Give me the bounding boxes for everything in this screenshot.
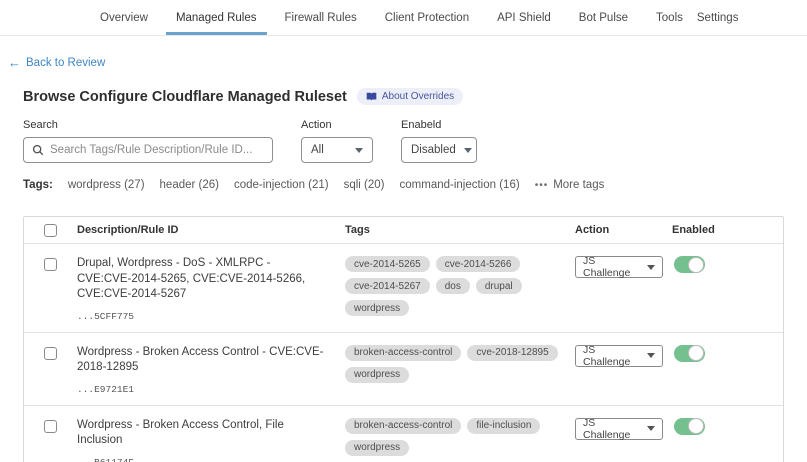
tab-managed-rules[interactable]: Managed Rules	[162, 0, 271, 35]
chevron-down-icon	[464, 148, 472, 153]
tag-pill-list: cve-2014-5265 cve-2014-5266 cve-2014-5267 d…	[345, 256, 575, 316]
search-input[interactable]	[50, 144, 264, 156]
enabled-toggle[interactable]	[674, 418, 705, 435]
search-input-wrapper	[23, 137, 273, 163]
column-header-tags: Tags	[345, 224, 575, 236]
tab-overview[interactable]: Overview	[86, 0, 162, 35]
tag-pill: drupal	[476, 278, 522, 294]
tag-pill: file-inclusion	[467, 418, 540, 434]
enabled-label: Enabeld	[401, 119, 477, 131]
row-action-select-value: JS Challenge	[583, 417, 639, 441]
table-body: Drupal, Wordpress - DoS - XMLRPC - CVE:C…	[24, 244, 783, 462]
enabled-toggle[interactable]	[674, 345, 705, 362]
chevron-down-icon	[647, 426, 655, 431]
tag-pill: cve-2014-5267	[345, 278, 430, 294]
row-checkbox[interactable]	[44, 347, 57, 360]
more-tags-label: More tags	[553, 179, 604, 191]
tag-filter-wordpress[interactable]: wordpress (27)	[68, 179, 145, 191]
table-row: Drupal, Wordpress - DoS - XMLRPC - CVE:C…	[24, 244, 783, 333]
tab-api-shield[interactable]: API Shield	[483, 0, 565, 35]
tag-filter-header[interactable]: header (26)	[160, 179, 219, 191]
tags-bar-label: Tags:	[23, 179, 53, 191]
tab-tools[interactable]: Tools	[642, 0, 697, 35]
rule-id: ...E9721E1	[77, 384, 345, 395]
filter-bar: Search Action All Enabeld Disabled	[23, 119, 784, 163]
ellipsis-icon: •••	[535, 180, 549, 191]
rule-id: ...B61174F	[77, 457, 345, 462]
tab-bot-pulse[interactable]: Bot Pulse	[565, 0, 642, 35]
back-link[interactable]: ← Back to Review	[8, 56, 105, 69]
column-header-action: Action	[575, 224, 672, 236]
nav-tabs: Overview Managed Rules Firewall Rules Cl…	[86, 0, 697, 35]
rule-description: Wordpress - Broken Access Control - CVE:…	[77, 345, 345, 376]
row-action-select[interactable]: JS Challenge	[575, 418, 663, 440]
back-link-label: Back to Review	[26, 57, 105, 69]
main-content: ← Back to Review Browse Configure Cloudf…	[0, 36, 807, 462]
tag-pill: wordpress	[345, 300, 409, 316]
more-tags-link[interactable]: ••• More tags	[535, 179, 605, 191]
toggle-knob	[688, 257, 704, 273]
about-overrides-label: About Overrides	[382, 91, 454, 102]
book-icon	[366, 91, 377, 102]
tag-pill: cve-2018-12895	[467, 345, 557, 361]
tag-filter-sqli[interactable]: sqli (20)	[344, 179, 385, 191]
tag-filter-code-injection[interactable]: code-injection (21)	[234, 179, 329, 191]
enabled-toggle[interactable]	[674, 256, 705, 273]
column-header-description: Description/Rule ID	[77, 224, 345, 236]
back-arrow-icon: ←	[8, 56, 21, 69]
title-row: Browse Configure Cloudflare Managed Rule…	[23, 88, 784, 105]
tab-client-protection[interactable]: Client Protection	[371, 0, 483, 35]
table-row: Wordpress - Broken Access Control, File …	[24, 406, 783, 462]
rule-description: Drupal, Wordpress - DoS - XMLRPC - CVE:C…	[77, 256, 345, 303]
chevron-down-icon	[647, 265, 655, 270]
rules-table: Description/Rule ID Tags Action Enabled …	[23, 216, 784, 462]
row-action-select[interactable]: JS Challenge	[575, 345, 663, 367]
action-filter: Action All	[301, 119, 373, 163]
rule-description: Wordpress - Broken Access Control, File …	[77, 418, 345, 449]
select-all-checkbox[interactable]	[44, 224, 57, 237]
chevron-down-icon	[355, 148, 363, 153]
table-header: Description/Rule ID Tags Action Enabled	[24, 217, 783, 244]
tag-filter-command-injection[interactable]: command-injection (16)	[400, 179, 520, 191]
tag-pill: wordpress	[345, 440, 409, 456]
tab-settings[interactable]: Settings	[697, 0, 739, 35]
table-row: Wordpress - Broken Access Control - CVE:…	[24, 333, 783, 406]
row-checkbox[interactable]	[44, 420, 57, 433]
tag-pill: wordpress	[345, 367, 409, 383]
search-filter: Search	[23, 119, 273, 163]
tag-pill-list: broken-access-control file-inclusion wordp…	[345, 418, 575, 456]
tag-pill: cve-2014-5266	[436, 256, 521, 272]
enabled-select-value: Disabled	[411, 144, 456, 156]
about-overrides-badge[interactable]: About Overrides	[357, 88, 463, 105]
enabled-select[interactable]: Disabled	[401, 137, 477, 163]
row-checkbox[interactable]	[44, 258, 57, 271]
search-label: Search	[23, 119, 273, 131]
toggle-knob	[688, 418, 704, 434]
tag-pill: cve-2014-5265	[345, 256, 430, 272]
tag-pill: dos	[436, 278, 470, 294]
row-action-select-value: JS Challenge	[583, 344, 639, 368]
action-select[interactable]: All	[301, 137, 373, 163]
tab-firewall-rules[interactable]: Firewall Rules	[271, 0, 371, 35]
chevron-down-icon	[647, 353, 655, 358]
tags-bar: Tags: wordpress (27) header (26) code-in…	[23, 179, 784, 191]
column-header-enabled: Enabled	[672, 224, 783, 236]
enabled-filter: Enabeld Disabled	[401, 119, 477, 163]
page-title: Browse Configure Cloudflare Managed Rule…	[23, 89, 347, 105]
action-select-value: All	[311, 144, 324, 156]
row-action-select-value: JS Challenge	[583, 255, 639, 279]
tag-pill: broken-access-control	[345, 345, 461, 361]
search-icon	[32, 144, 44, 156]
toggle-knob	[688, 345, 704, 361]
tag-pill: broken-access-control	[345, 418, 461, 434]
tag-pill-list: broken-access-control cve-2018-12895 wordp…	[345, 345, 575, 383]
rule-id: ...5CFF775	[77, 311, 345, 322]
action-label: Action	[301, 119, 373, 131]
row-action-select[interactable]: JS Challenge	[575, 256, 663, 278]
top-nav: Overview Managed Rules Firewall Rules Cl…	[0, 0, 807, 36]
